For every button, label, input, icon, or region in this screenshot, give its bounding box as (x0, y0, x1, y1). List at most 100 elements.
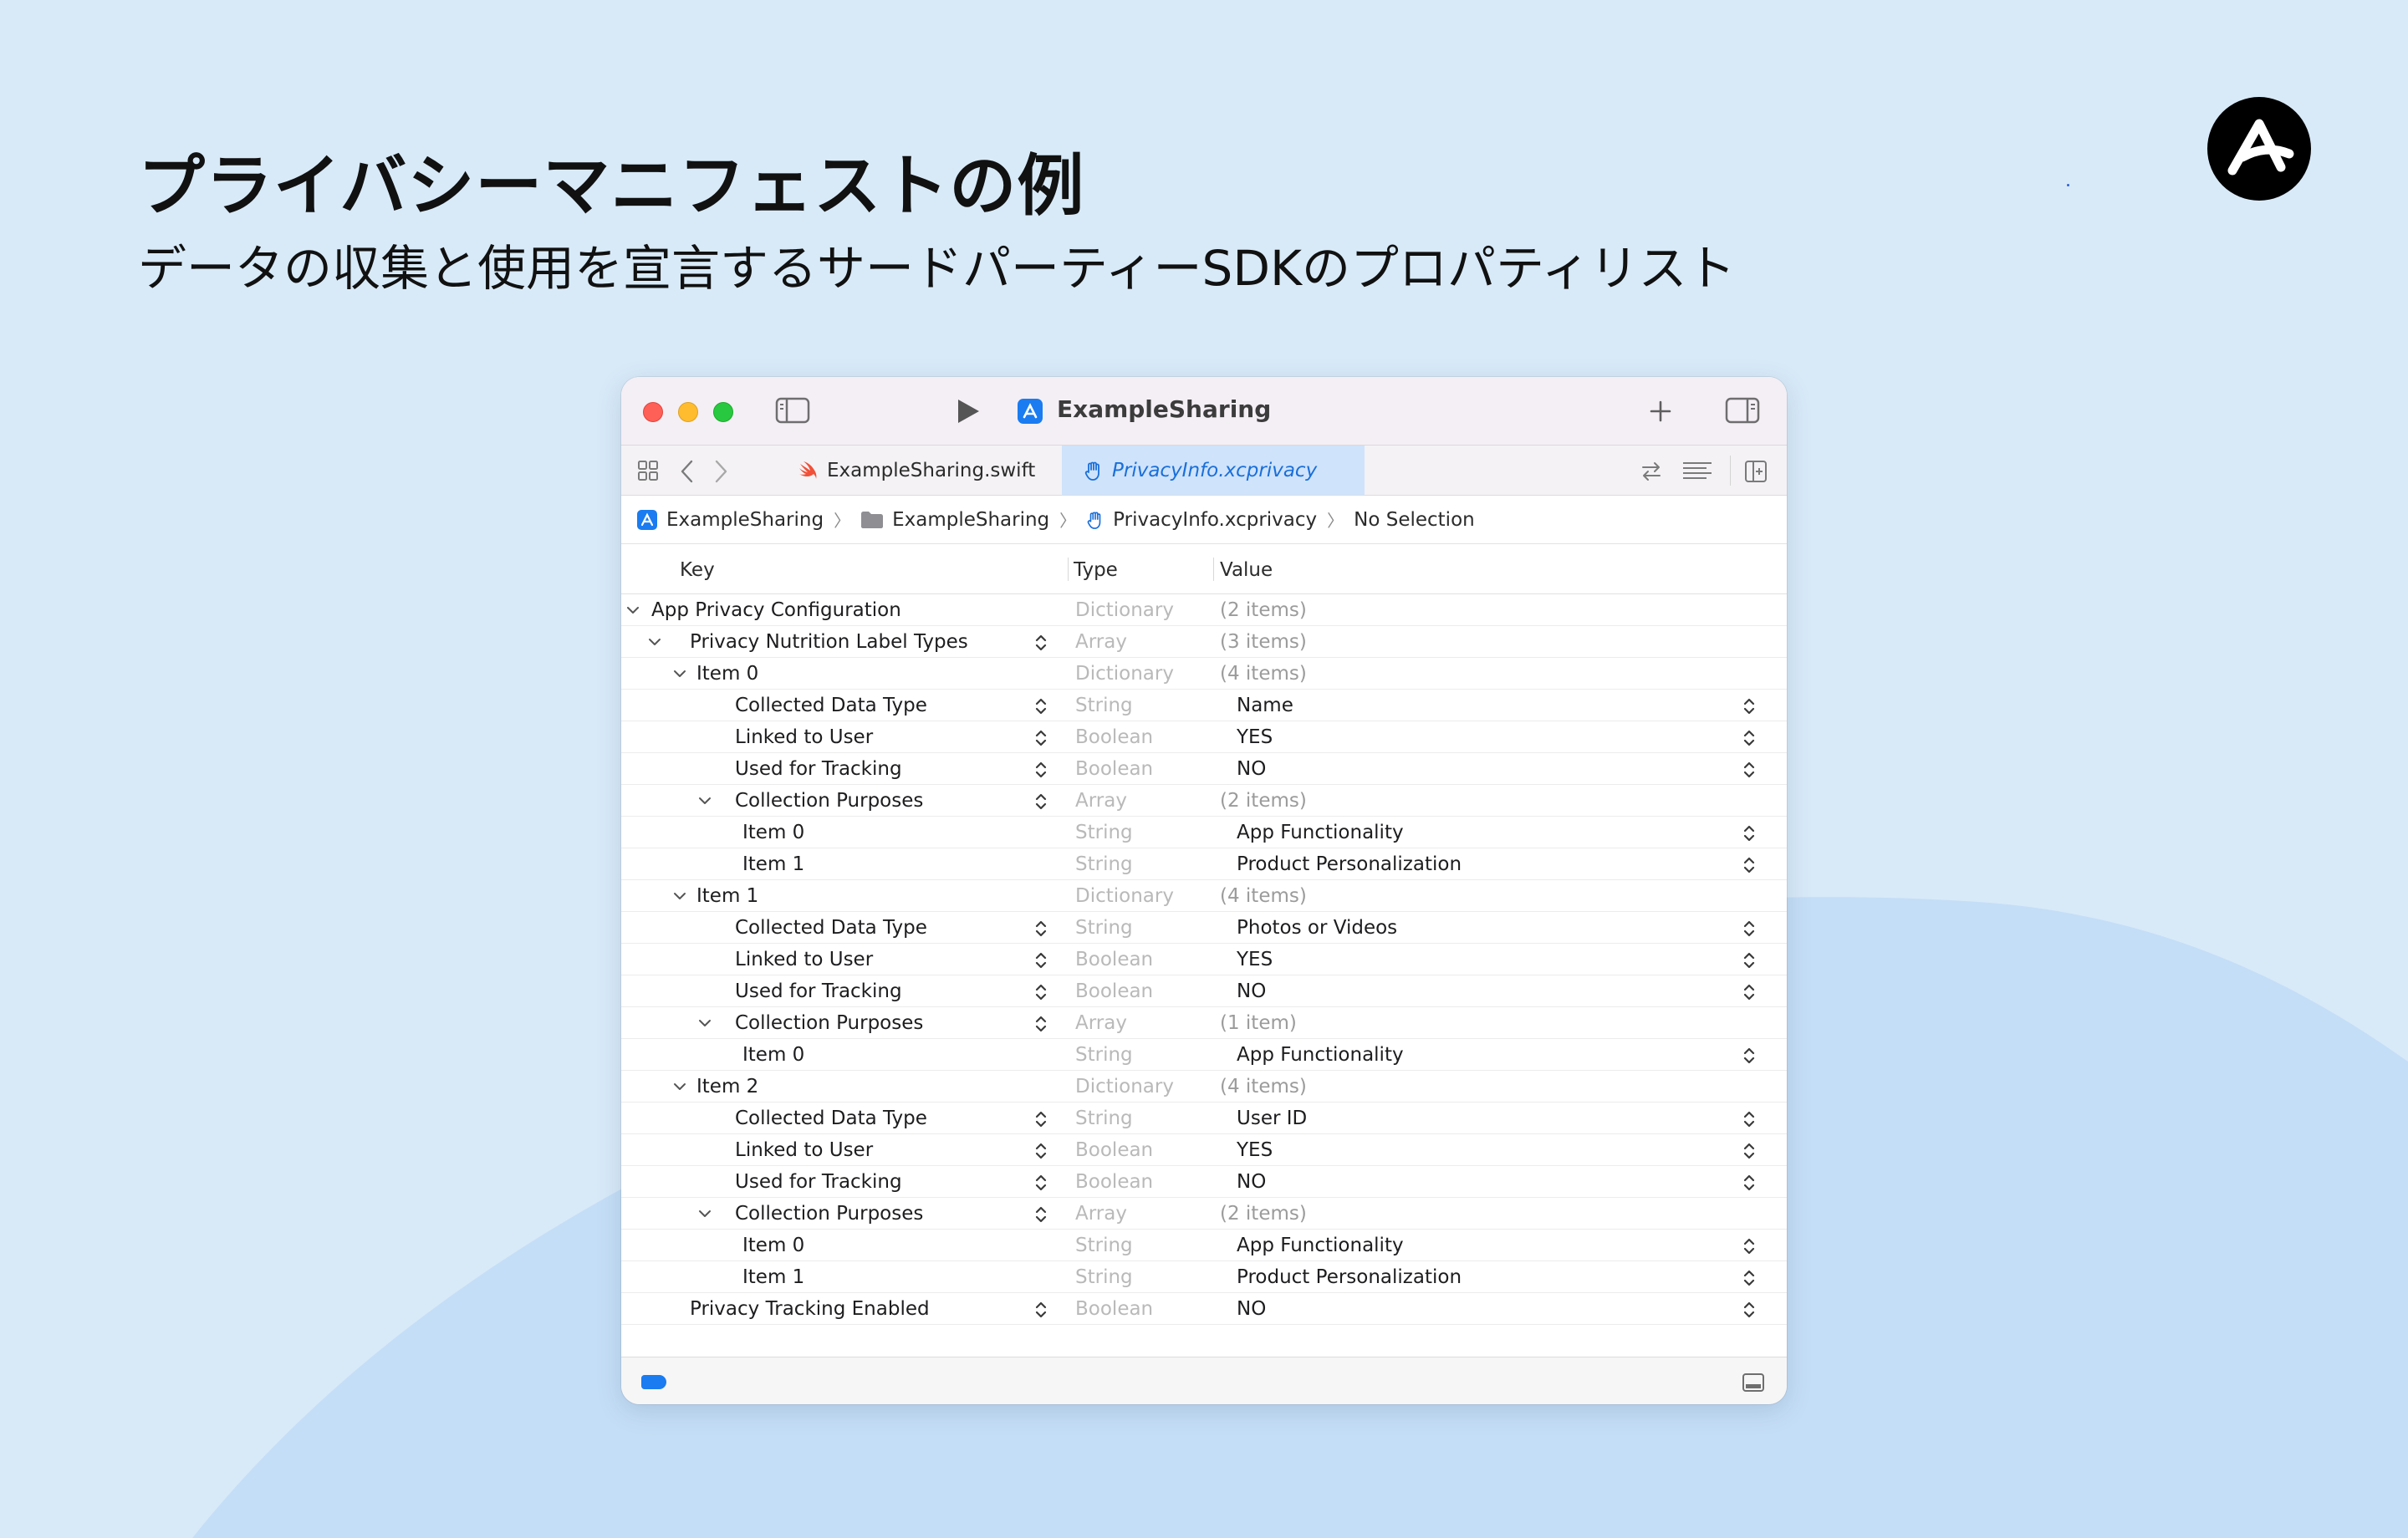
disclosure-chevron-icon[interactable] (671, 1078, 688, 1095)
debug-area-toggle-icon[interactable] (1742, 1372, 1765, 1393)
plist-row[interactable]: Privacy Tracking Enabled Boolean NO (621, 1293, 1787, 1325)
breadcrumb-item-project[interactable]: ExampleSharing (636, 509, 824, 531)
plist-value[interactable]: NO (1237, 1171, 1266, 1193)
plist-value[interactable]: User ID (1237, 1108, 1307, 1129)
value-popup-stepper-icon[interactable] (1742, 1173, 1756, 1193)
key-popup-stepper-icon[interactable] (1034, 760, 1048, 780)
column-header-type[interactable]: Type (1074, 559, 1118, 581)
key-popup-stepper-icon[interactable] (1034, 1109, 1048, 1129)
plist-type[interactable]: Dictionary (1075, 599, 1174, 621)
plist-row[interactable]: Linked to User Boolean YES (621, 1134, 1787, 1166)
plist-type[interactable]: String (1075, 1266, 1133, 1288)
plist-value[interactable]: (2 items) (1220, 1203, 1307, 1225)
plist-type[interactable]: Boolean (1075, 980, 1153, 1002)
breadcrumb-item-selection[interactable]: No Selection (1354, 509, 1475, 531)
plist-key[interactable]: Used for Tracking (735, 1171, 902, 1193)
text-lines-icon[interactable] (1681, 459, 1713, 484)
swap-arrows-icon[interactable] (1639, 459, 1664, 484)
plist-value[interactable]: YES (1237, 726, 1273, 748)
column-divider[interactable] (1213, 558, 1214, 581)
plist-row[interactable]: Item 1 Dictionary (4 items) (621, 880, 1787, 912)
plist-value[interactable]: App Functionality (1237, 822, 1404, 843)
plist-key[interactable]: Collected Data Type (735, 1108, 927, 1129)
column-divider[interactable] (1068, 558, 1069, 581)
plist-row[interactable]: Item 0 String App Functionality (621, 1039, 1787, 1071)
value-popup-stepper-icon[interactable] (1742, 1300, 1756, 1320)
plist-type[interactable]: String (1075, 1235, 1133, 1256)
inspector-toggle-icon[interactable] (1725, 397, 1760, 424)
plist-row[interactable]: Collection Purposes Array (1 item) (621, 1007, 1787, 1039)
disclosure-chevron-icon[interactable] (696, 792, 713, 809)
plist-value[interactable]: (4 items) (1220, 1076, 1307, 1097)
activity-indicator-icon[interactable] (641, 1375, 666, 1389)
plist-value[interactable]: (4 items) (1220, 663, 1307, 685)
plist-key[interactable]: App Privacy Configuration (651, 599, 901, 621)
plist-type[interactable]: String (1075, 1044, 1133, 1066)
minimize-window-button[interactable] (678, 402, 698, 422)
value-popup-stepper-icon[interactable] (1742, 1268, 1756, 1288)
grid-icon[interactable] (636, 459, 661, 484)
key-popup-stepper-icon[interactable] (1034, 792, 1048, 812)
plist-type[interactable]: String (1075, 853, 1133, 875)
plist-key[interactable]: Item 2 (696, 1076, 758, 1097)
plist-key[interactable]: Collected Data Type (735, 917, 927, 939)
column-header-value[interactable]: Value (1220, 559, 1273, 581)
plist-row[interactable]: Item 1 String Product Personalization (621, 1261, 1787, 1293)
key-popup-stepper-icon[interactable] (1034, 1014, 1048, 1034)
value-popup-stepper-icon[interactable] (1742, 696, 1756, 716)
key-popup-stepper-icon[interactable] (1034, 1204, 1048, 1225)
plist-row[interactable]: Collected Data Type String Photos or Video… (621, 912, 1787, 944)
plist-value[interactable]: NO (1237, 1298, 1266, 1320)
plist-row[interactable]: Used for Tracking Boolean NO (621, 1166, 1787, 1198)
plist-row[interactable]: Collection Purposes Array (2 items) (621, 785, 1787, 817)
plist-row[interactable]: Item 0 String App Functionality (621, 1230, 1787, 1261)
value-popup-stepper-icon[interactable] (1742, 1109, 1756, 1129)
plist-type[interactable]: Dictionary (1075, 663, 1174, 685)
plist-type[interactable]: String (1075, 695, 1133, 716)
plist-value[interactable]: App Functionality (1237, 1235, 1404, 1256)
plist-type[interactable]: Array (1075, 1012, 1127, 1034)
run-play-icon[interactable] (956, 398, 981, 425)
plist-key[interactable]: Collected Data Type (735, 695, 927, 716)
disclosure-chevron-icon[interactable] (696, 1205, 713, 1222)
value-popup-stepper-icon[interactable] (1742, 919, 1756, 939)
disclosure-chevron-icon[interactable] (671, 665, 688, 682)
plist-key[interactable]: Linked to User (735, 726, 873, 748)
plist-value[interactable]: (2 items) (1220, 599, 1307, 621)
plist-value[interactable]: Name (1237, 695, 1293, 716)
plist-value[interactable]: (2 items) (1220, 790, 1307, 812)
plist-type[interactable]: Boolean (1075, 726, 1153, 748)
sidebar-toggle-icon[interactable] (775, 397, 810, 424)
plist-type[interactable]: String (1075, 1108, 1133, 1129)
column-header-key[interactable]: Key (680, 559, 715, 581)
plist-row[interactable]: Privacy Nutrition Label Types Array (3 ite… (621, 626, 1787, 658)
plist-value[interactable]: NO (1237, 758, 1266, 780)
key-popup-stepper-icon[interactable] (1034, 1173, 1048, 1193)
value-popup-stepper-icon[interactable] (1742, 1236, 1756, 1256)
disclosure-chevron-icon[interactable] (671, 888, 688, 904)
plist-key[interactable]: Privacy Nutrition Label Types (690, 631, 968, 653)
value-popup-stepper-icon[interactable] (1742, 950, 1756, 970)
plist-key[interactable]: Collection Purposes (735, 1203, 923, 1225)
plist-key[interactable]: Item 0 (742, 1235, 804, 1256)
plist-key[interactable]: Linked to User (735, 949, 873, 970)
plist-row[interactable]: Collected Data Type String Name (621, 690, 1787, 721)
tab-privacy-info[interactable]: PrivacyInfo.xcprivacy (1062, 446, 1365, 495)
plist-row[interactable]: Item 2 Dictionary (4 items) (621, 1071, 1787, 1103)
plist-value[interactable]: App Functionality (1237, 1044, 1404, 1066)
plist-type[interactable]: Boolean (1075, 1298, 1153, 1320)
disclosure-chevron-icon[interactable] (625, 602, 641, 619)
value-popup-stepper-icon[interactable] (1742, 728, 1756, 748)
breadcrumb-item-folder[interactable]: ExampleSharing (860, 509, 1049, 531)
back-chevron-icon[interactable] (678, 459, 696, 484)
plist-value[interactable]: (1 item) (1220, 1012, 1297, 1034)
disclosure-chevron-icon[interactable] (646, 634, 663, 650)
plist-key[interactable]: Item 1 (742, 853, 804, 875)
plist-row[interactable]: Linked to User Boolean YES (621, 944, 1787, 975)
plist-type[interactable]: String (1075, 822, 1133, 843)
zoom-window-button[interactable] (713, 402, 733, 422)
plist-row[interactable]: Linked to User Boolean YES (621, 721, 1787, 753)
plist-type[interactable]: Boolean (1075, 949, 1153, 970)
plist-value[interactable]: (3 items) (1220, 631, 1307, 653)
key-popup-stepper-icon[interactable] (1034, 919, 1048, 939)
